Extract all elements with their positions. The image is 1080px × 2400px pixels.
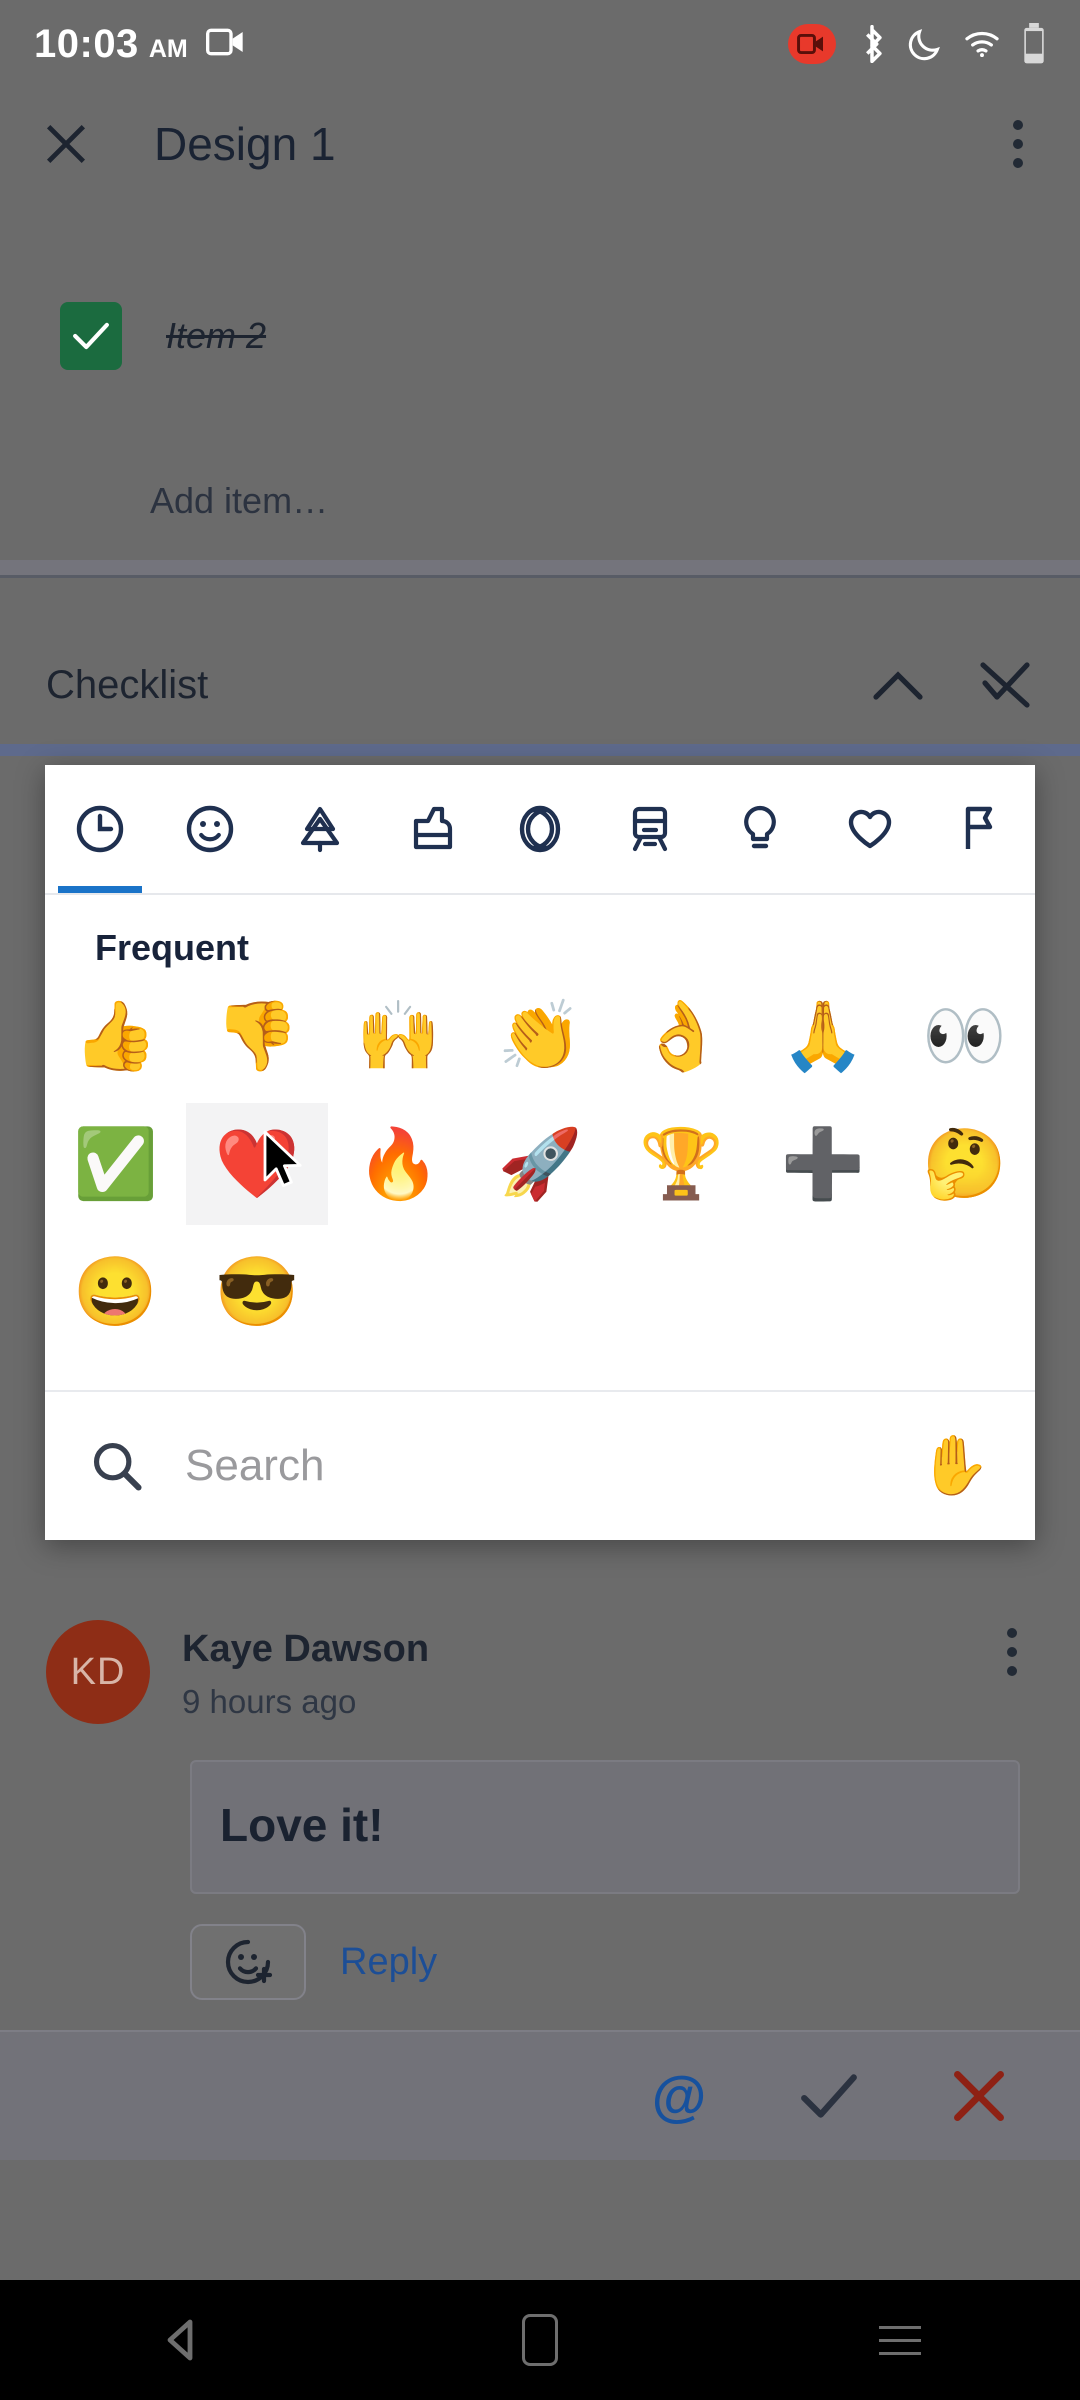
emoji-thinking-face[interactable]: 🤔	[894, 1103, 1035, 1225]
checkbox-checked-icon[interactable]	[60, 302, 122, 370]
battery-icon	[1022, 23, 1046, 65]
section-title: Checklist	[46, 662, 209, 707]
smiley-icon	[184, 803, 236, 855]
add-reaction-button[interactable]	[190, 1924, 306, 2000]
clock-icon	[74, 803, 126, 855]
emoji-tab-frequent[interactable]	[45, 765, 155, 893]
emoji-picker[interactable]: Frequent 👍 👎 🙌 👏 👌 🙏 👀 ✅ ❤️ 🔥 🚀 🏆 ➕ 🤔 😀 😎 Search ✋	[45, 765, 1035, 1540]
emoji-section-label: Frequent	[95, 927, 250, 968]
emoji-tab-nature[interactable]	[265, 765, 375, 893]
search-icon[interactable]	[89, 1438, 145, 1494]
lightbulb-icon	[734, 803, 786, 855]
emoji-tab-objects[interactable]	[705, 765, 815, 893]
emoji-smiling-face-with-sunglasses[interactable]: 😎	[186, 1231, 327, 1353]
screen-record-icon	[205, 27, 246, 57]
header-more-options-icon[interactable]	[996, 112, 1040, 176]
comment-more-options-icon[interactable]	[990, 1620, 1034, 1684]
food-icon	[404, 803, 456, 855]
status-meridiem: AM	[148, 34, 188, 63]
emoji-tab-travel[interactable]	[595, 765, 705, 893]
phone-screen: 10:03 AM Design 1 Item 2 Add item… Check…	[0, 0, 1080, 2400]
add-item-input[interactable]: Add item…	[150, 480, 328, 522]
checklist-item-row[interactable]: Item 2	[0, 288, 1080, 384]
recording-badge-icon	[788, 24, 836, 64]
reply-link[interactable]: Reply	[340, 1941, 437, 1984]
comment-block: KD Kaye Dawson 9 hours ago Love it! Repl…	[0, 1620, 1080, 2000]
chevron-up-icon[interactable]	[870, 667, 926, 703]
emoji-tab-flags[interactable]	[925, 765, 1035, 893]
emoji-ok-hand[interactable]: 👌	[611, 975, 752, 1097]
emoji-tab-food[interactable]	[375, 765, 485, 893]
status-bar-right	[788, 23, 1046, 65]
heart-icon	[844, 803, 896, 855]
comment-header: KD Kaye Dawson 9 hours ago	[0, 1620, 1080, 1724]
emoji-scroll-area[interactable]: Frequent 👍 👎 🙌 👏 👌 🙏 👀 ✅ ❤️ 🔥 🚀 🏆 ➕ 🤔 😀 😎	[45, 895, 1035, 1390]
mention-button[interactable]: @	[644, 2061, 714, 2131]
emoji-clapping-hands[interactable]: 👏	[469, 975, 610, 1097]
tree-icon	[294, 803, 346, 855]
emoji-thumbs-down[interactable]: 👎	[186, 975, 327, 1097]
comment-bubble: Love it!	[190, 1760, 1020, 1894]
comment-author: Kaye Dawson	[182, 1628, 430, 1670]
emoji-search-input[interactable]: Search	[185, 1441, 879, 1491]
close-icon[interactable]	[40, 118, 92, 170]
emoji-tab-activity[interactable]	[485, 765, 595, 893]
flag-icon	[954, 803, 1006, 855]
comment-meta: Kaye Dawson 9 hours ago	[182, 1620, 990, 1721]
section-divider	[0, 560, 1080, 578]
emoji-raising-hands[interactable]: 🙌	[328, 975, 469, 1097]
comment-timestamp: 9 hours ago	[182, 1683, 357, 1720]
comment-toolbar: @	[0, 2030, 1080, 2160]
emoji-category-tabs	[45, 765, 1035, 895]
emoji-grinning-face[interactable]: 😀	[45, 1231, 186, 1353]
ball-icon	[514, 803, 566, 855]
emoji-folded-hands[interactable]: 🙏	[752, 975, 893, 1097]
emoji-tab-symbols[interactable]	[815, 765, 925, 893]
section-actions	[870, 659, 1034, 711]
recents-lines-icon	[879, 2325, 921, 2355]
section-accent-band	[0, 744, 1080, 756]
android-nav-bar	[0, 2280, 1080, 2400]
avatar: KD	[46, 1620, 150, 1724]
page-title: Design 1	[154, 118, 336, 170]
status-clock: 10:03	[34, 21, 139, 66]
emoji-tab-smileys[interactable]	[155, 765, 265, 893]
nav-recents-button[interactable]	[840, 2280, 960, 2400]
emoji-grid[interactable]: 👍 👎 🙌 👏 👌 🙏 👀 ✅ ❤️ 🔥 🚀 🏆 ➕ 🤔 😀 😎	[45, 975, 1035, 1353]
bluetooth-icon	[858, 25, 886, 63]
nav-home-button[interactable]	[480, 2280, 600, 2400]
home-square-icon	[522, 2314, 558, 2366]
cancel-button[interactable]	[944, 2061, 1014, 2131]
wifi-icon	[964, 29, 1000, 59]
comment-actions: Reply	[190, 1924, 1080, 2000]
checklist-item-label: Item 2	[166, 315, 267, 356]
emoji-check-mark-button[interactable]: ✅	[45, 1103, 186, 1225]
emoji-thumbs-up[interactable]: 👍	[45, 975, 186, 1097]
hide-checked-items-icon[interactable]	[976, 659, 1034, 711]
confirm-button[interactable]	[794, 2061, 864, 2131]
status-bar: 10:03 AM	[0, 0, 1080, 88]
emoji-red-heart[interactable]: ❤️	[186, 1103, 328, 1225]
nav-back-button[interactable]	[120, 2280, 240, 2400]
at-icon: @	[651, 2064, 707, 2127]
checklist-section-header: Checklist	[0, 640, 1080, 730]
emoji-trophy[interactable]: 🏆	[611, 1103, 752, 1225]
status-bar-left: 10:03 AM	[34, 22, 246, 67]
do-not-disturb-icon	[908, 26, 942, 62]
skin-tone-selector[interactable]: ✋	[919, 1437, 991, 1495]
mouse-cursor	[263, 1130, 309, 1203]
emoji-plus[interactable]: ➕	[752, 1103, 893, 1225]
emoji-fire[interactable]: 🔥	[328, 1103, 469, 1225]
emoji-rocket[interactable]: 🚀	[469, 1103, 610, 1225]
emoji-eyes[interactable]: 👀	[894, 975, 1035, 1097]
comment-text: Love it!	[220, 1799, 384, 1851]
app-header: Design 1	[0, 88, 1080, 200]
train-icon	[624, 803, 676, 855]
emoji-search-row[interactable]: Search ✋	[45, 1390, 1035, 1540]
